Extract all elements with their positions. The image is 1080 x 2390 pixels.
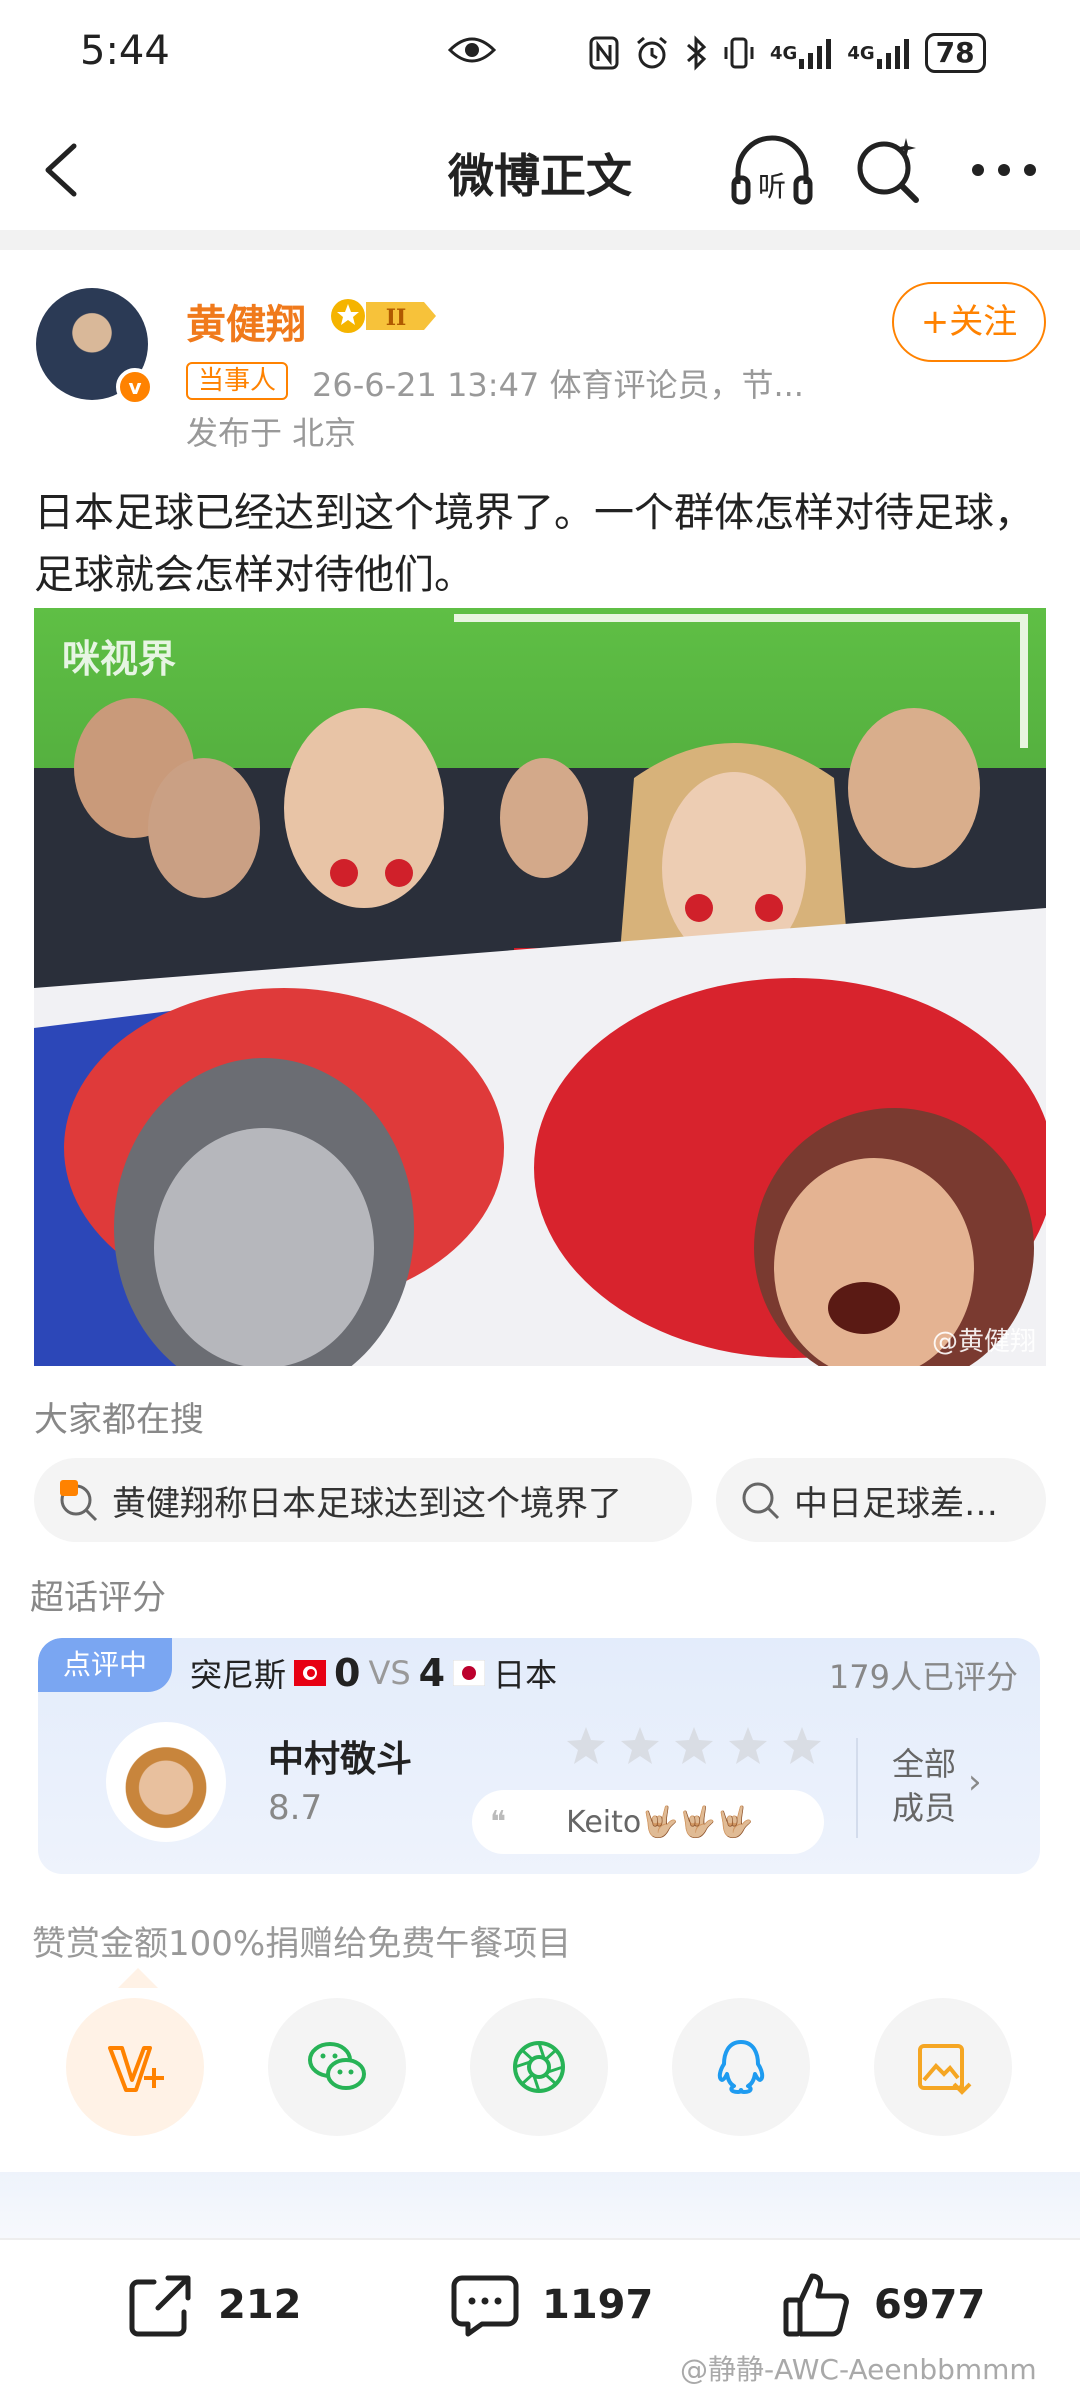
comment-button[interactable]: 1197 [448,2268,653,2342]
image-watermark: @黄健翔 [931,1327,1036,1357]
vs-label: VS [368,1654,411,1692]
author-name[interactable]: 黄健翔 [186,292,306,350]
score-home: 0 [334,1651,361,1695]
all-members-line1: 全部 [892,1745,957,1783]
search-icon [742,1482,780,1520]
team-away: 日本 [493,1656,558,1694]
quote-icon: ❝ [490,1804,507,1840]
rating-status-tag: 点评中 [38,1638,172,1692]
post-location: 发布于 北京 [186,414,357,452]
rating-card[interactable]: 点评中 突尼斯 0 VS 4 日本 179人已评分 中村敬斗 8.7 ❝ Kei… [38,1638,1040,1874]
nfc-icon [588,35,620,71]
status-icons: 4G 4G 78 [588,28,986,78]
network-label-1: 4G [770,42,798,64]
battery-indicator: 78 [924,33,986,73]
search-chip-2-text: 中日足球差… [794,1483,998,1524]
card-divider [856,1738,858,1838]
screenshot-watermark: @静静-AWC-Aeenbbmmm [680,2353,1037,2386]
save-image-button[interactable] [874,1998,1012,2136]
player-avatar[interactable] [106,1722,226,1842]
search-icon[interactable] [850,132,926,208]
super-topic-rating-label: 超话评分 [30,1578,166,1618]
listen-label: 听 [758,170,786,203]
team-home: 突尼斯 [190,1656,287,1694]
thumbs-up-icon [783,2273,849,2337]
share-moments-button[interactable] [470,1998,608,2136]
save-image-icon [918,2044,972,2095]
comment-icon [451,2275,519,2337]
all-members-line2: 成员 [892,1789,957,1827]
wechat-icon [308,2042,366,2090]
donate-text: 赞赏金额100%捐赠给免费午餐项目 [32,1924,572,1964]
star-rating[interactable] [564,1724,824,1768]
all-members-link[interactable]: 全部 成员 [892,1742,1002,1830]
share-wechat-button[interactable] [268,1998,406,2136]
star-icon[interactable] [672,1724,716,1768]
player-score: 8.7 [268,1788,323,1828]
repost-icon [129,2275,191,2337]
post-text: 日本足球已经达到这个境界了。一个群体怎样对待足球，足球就会怎样对待他们。 [34,490,1034,598]
signal-4g-icon-2: 4G [847,37,910,69]
next-content-band [0,2172,1080,2238]
search-chip-1-text: 黄健翔称日本足球达到这个境界了 [112,1483,622,1524]
search-chip-2[interactable]: 中日足球差… [716,1458,1046,1542]
qq-icon [717,2040,765,2094]
listen-icon[interactable]: 听 [730,132,814,210]
eye-icon [448,37,496,63]
signal-4g-icon-1: 4G [770,37,833,69]
share-qq-button[interactable] [672,1998,810,2136]
bluetooth-icon [684,35,708,71]
alarm-icon [634,35,670,71]
score-away: 4 [418,1651,446,1695]
caret-up-icon [118,1968,158,1988]
repost-button[interactable]: 212 [124,2268,302,2342]
repost-count: 212 [218,2282,302,2328]
status-time: 5:44 [80,28,170,74]
comment-count: 1197 [542,2282,654,2328]
more-icon[interactable] [966,132,1042,208]
japan-flag-icon [453,1660,486,1686]
post-meta: 26-6-21 13:47 体育评论员，节... [312,366,804,404]
post-image[interactable]: 咪视界 @黄健翔 [34,608,1046,1366]
video-platform-logo: 咪视界 [62,637,177,681]
network-label-2: 4G [847,42,875,64]
party-tag: 当事人 [186,362,289,400]
top-comment-text: Keito🤟🏼🤟🏼🤟🏼 [566,1804,754,1840]
status-bar: 5:44 4G 4G 78 [0,0,1080,110]
moments-icon [513,2041,565,2093]
vibrate-icon [722,35,756,71]
like-button[interactable]: 6977 [780,2268,985,2342]
star-icon[interactable] [564,1724,608,1768]
search-chip-1[interactable]: 黄健翔称日本足球达到这个境界了 [34,1458,692,1542]
nav-bar: 微博正文 听 [0,110,1080,230]
player-name[interactable]: 中村敬斗 [268,1730,412,1782]
chevron-right-icon: › [968,1762,982,1802]
section-divider [0,230,1080,250]
verified-badge-icon: v [116,368,154,406]
rated-count: 179人已评分 [828,1658,1018,1696]
star-icon[interactable] [618,1724,662,1768]
top-comment-pill[interactable]: ❝ Keito🤟🏼🤟🏼🤟🏼 [472,1790,824,1854]
v-plus-icon [108,2046,164,2092]
tunisia-flag-icon [294,1660,327,1686]
star-icon[interactable] [726,1724,770,1768]
author-avatar[interactable]: v [36,288,154,406]
hot-search-icon [60,1480,98,1522]
vip-level-label: II [386,305,407,331]
reward-button[interactable] [66,1998,204,2136]
match-summary: 突尼斯 0 VS 4 日本 [190,1650,557,1696]
hot-search-label: 大家都在搜 [34,1400,204,1440]
fans-photo [34,608,1046,1366]
vip-level-badge-icon[interactable]: II [328,296,440,336]
like-count: 6977 [874,2282,986,2328]
star-icon[interactable] [780,1724,824,1768]
follow-button[interactable]: +关注 [892,282,1046,362]
